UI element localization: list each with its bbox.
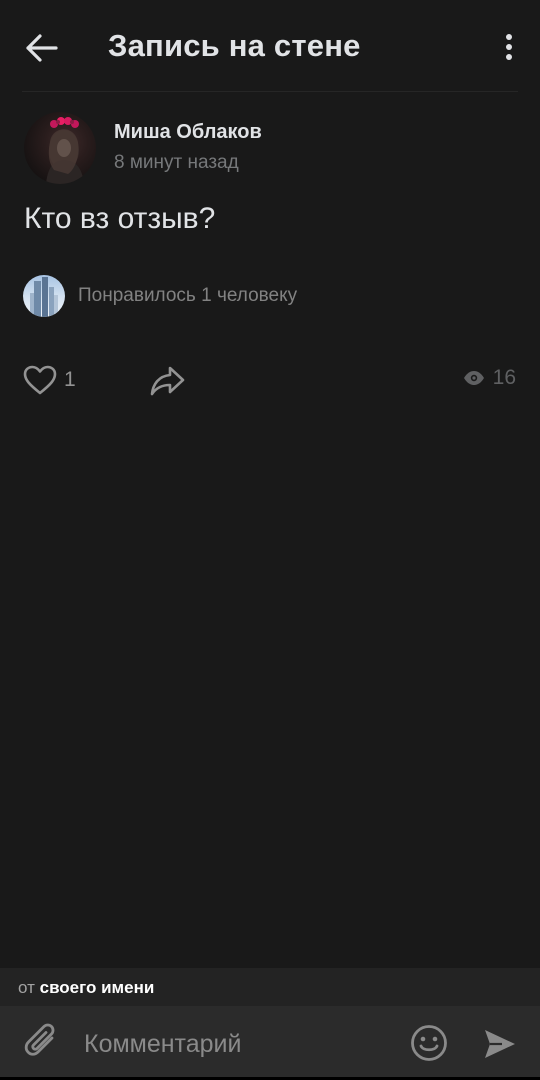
send-button[interactable] (482, 1026, 518, 1062)
likes-summary[interactable]: Понравилось 1 человеку (78, 285, 297, 307)
send-icon (485, 1030, 515, 1058)
more-vertical-icon (506, 34, 512, 60)
eye-icon (463, 371, 484, 385)
arrow-left-icon (26, 34, 58, 62)
like-button[interactable]: 1 (22, 362, 76, 398)
back-button[interactable] (22, 30, 60, 66)
author-avatar[interactable] (24, 112, 96, 184)
post-timestamp: 8 минут назад (114, 152, 239, 173)
smiley-icon (411, 1025, 447, 1061)
heart-icon (23, 365, 57, 395)
attach-button[interactable] (22, 1022, 62, 1064)
paperclip-icon (24, 1023, 55, 1056)
avatar-photo (30, 277, 58, 317)
app-header: Запись на стене (0, 0, 540, 92)
post-text: Кто вз отзыв? (24, 202, 216, 235)
avatar-photo (46, 117, 84, 184)
liker-avatar[interactable] (23, 275, 65, 317)
comment-author-name[interactable]: своего имени (40, 978, 155, 997)
comment-author-selector[interactable]: от своего имени (0, 968, 540, 1006)
author-name[interactable]: Миша Облаков (114, 121, 262, 144)
page-title: Запись на стене (108, 28, 361, 63)
header-divider (22, 91, 518, 92)
comment-author-label: от своего имени (18, 978, 154, 998)
emoji-button[interactable] (410, 1024, 448, 1062)
comment-input[interactable] (84, 1024, 384, 1064)
views-count: 16 (492, 366, 516, 389)
views-counter: 16 (463, 366, 516, 390)
share-icon (150, 366, 185, 396)
comment-author-prefix: от (18, 978, 35, 997)
comment-composer (0, 1006, 540, 1080)
more-menu-button[interactable] (504, 33, 514, 63)
like-count: 1 (64, 368, 76, 391)
screen: Запись на стене Миша Облаков 8 минут наз… (0, 0, 540, 1080)
share-button[interactable] (148, 362, 188, 398)
